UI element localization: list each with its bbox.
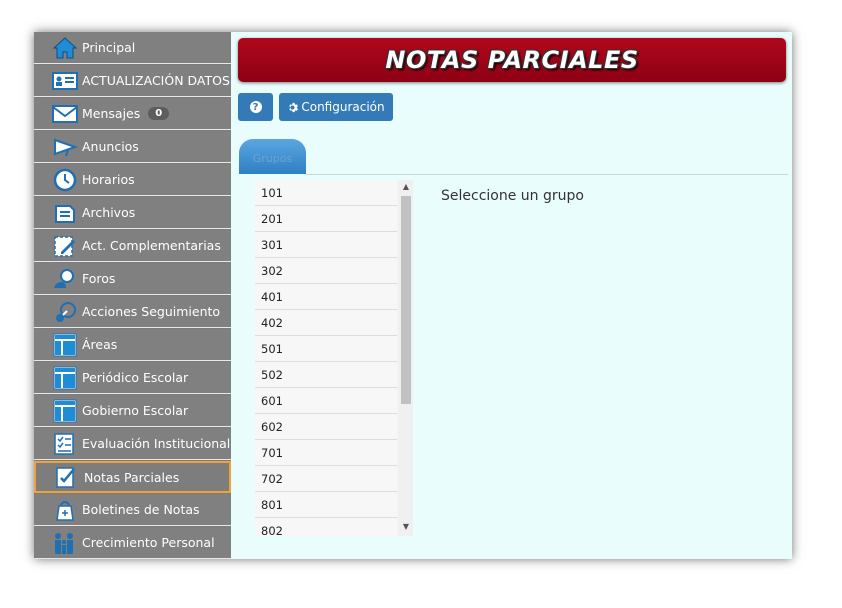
sidebar-item-label: Anuncios	[82, 139, 139, 154]
envelope-icon	[51, 100, 79, 128]
sidebar-item-label: Acciones Seguimiento	[82, 304, 221, 319]
sidebar-item-evaluacion-institucional[interactable]: Evaluación Institucional	[34, 428, 231, 460]
page-title: NOTAS PARCIALES	[385, 46, 639, 74]
sidebar-item-anuncios[interactable]: Anuncios	[34, 131, 231, 163]
megaphone-icon	[51, 133, 79, 161]
layout-icon	[51, 331, 79, 359]
home-icon	[51, 34, 79, 62]
group-list-item[interactable]: 302	[255, 258, 397, 284]
layout-icon	[51, 397, 79, 425]
select-group-prompt: Seleccione un grupo	[441, 188, 584, 204]
sidebar-item-label: Notas Parciales	[84, 469, 180, 485]
group-list-item[interactable]: 402	[255, 310, 397, 336]
sidebar-item-label: Archivos	[82, 205, 136, 220]
checklist-icon	[51, 430, 79, 458]
group-list-scrollbar[interactable]: ▲ ▼	[398, 180, 413, 536]
tracking-icon	[51, 298, 79, 326]
scroll-thumb[interactable]	[401, 196, 411, 404]
tab-divider	[306, 174, 788, 175]
configuration-label: Configuración	[301, 100, 385, 114]
clock-icon	[51, 166, 79, 194]
page-title-bar: NOTAS PARCIALES	[238, 38, 786, 82]
bag-icon	[51, 496, 79, 524]
group-list-item[interactable]: 601	[255, 388, 397, 414]
sidebar: Principal ACTUALIZACIÓN DATOS Mensajes 0 Anu…	[34, 32, 231, 559]
group-list-item[interactable]: 602	[255, 414, 397, 440]
group-list-item[interactable]: 501	[255, 336, 397, 362]
group-list-item[interactable]: 301	[255, 232, 397, 258]
sidebar-item-label: Act. Complementarias	[82, 238, 221, 253]
sidebar-item-label: Áreas	[82, 337, 118, 352]
forum-user-icon	[51, 265, 79, 293]
scroll-up-arrow-icon[interactable]: ▲	[401, 182, 411, 192]
sidebar-item-label: Periódico Escolar	[82, 370, 189, 385]
sidebar-item-foros[interactable]: Foros	[34, 263, 231, 295]
sidebar-item-areas[interactable]: Áreas	[34, 329, 231, 361]
sidebar-item-label: Foros	[82, 271, 116, 286]
sidebar-item-horarios[interactable]: Horarios	[34, 164, 231, 196]
group-list-item[interactable]: 502	[255, 362, 397, 388]
sidebar-item-label: Mensajes	[82, 106, 141, 121]
group-list-item[interactable]: 201	[255, 206, 397, 232]
sidebar-item-crecimiento-personal[interactable]: Crecimiento Personal	[34, 527, 231, 559]
gear-icon	[289, 102, 299, 112]
sidebar-item-label: Boletines de Notas	[82, 502, 200, 517]
group-list-item[interactable]: 801	[255, 492, 397, 518]
tab-grupos[interactable]: Grupos	[239, 139, 306, 174]
sidebar-item-label: ACTUALIZACIÓN DATOS	[82, 73, 230, 88]
scroll-down-arrow-icon[interactable]: ▼	[401, 522, 411, 532]
sidebar-item-label: Gobierno Escolar	[82, 403, 189, 418]
family-icon	[51, 529, 79, 557]
sidebar-item-label: Crecimiento Personal	[82, 535, 215, 550]
sidebar-item-periodico-escolar[interactable]: Periódico Escolar	[34, 362, 231, 394]
edit-note-icon	[51, 232, 79, 260]
sidebar-item-notas-parciales[interactable]: Notas Parciales	[34, 461, 231, 493]
group-list-item[interactable]: 702	[255, 466, 397, 492]
files-icon	[51, 199, 79, 227]
configuration-button[interactable]: Configuración	[279, 93, 393, 121]
group-list[interactable]: 802 801 702 701 602 601 502 501 402 401 302 301 201 1…	[255, 180, 413, 536]
id-card-icon	[51, 67, 79, 95]
question-circle-icon: ?	[249, 101, 262, 113]
tab-grupos-label: Grupos	[252, 152, 293, 165]
sidebar-item-label: Evaluación Institucional	[82, 436, 231, 451]
group-list-item[interactable]: 802	[255, 518, 397, 536]
sidebar-item-label: Principal	[82, 40, 136, 55]
group-list-item[interactable]: 701	[255, 440, 397, 466]
main-content: NOTAS PARCIALES ? Configuración Grupos 8…	[231, 32, 792, 559]
message-count-badge: 0	[148, 107, 170, 120]
sidebar-item-mensajes[interactable]: Mensajes 0	[34, 98, 231, 130]
sidebar-item-principal[interactable]: Principal	[34, 32, 231, 64]
sidebar-item-gobierno-escolar[interactable]: Gobierno Escolar	[34, 395, 231, 427]
grades-icon	[53, 463, 81, 491]
layout-icon	[51, 364, 79, 392]
app-window: Principal ACTUALIZACIÓN DATOS Mensajes 0 Anu…	[34, 32, 792, 559]
sidebar-item-act-complementarias[interactable]: Act. Complementarias	[34, 230, 231, 262]
sidebar-item-acciones-seguimiento[interactable]: Acciones Seguimiento	[34, 296, 231, 328]
group-list-item[interactable]: 401	[255, 284, 397, 310]
sidebar-item-archivos[interactable]: Archivos	[34, 197, 231, 229]
sidebar-item-boletines-de-notas[interactable]: Boletines de Notas	[34, 494, 231, 526]
help-button[interactable]: ?	[238, 93, 273, 121]
sidebar-item-actualizacion-datos[interactable]: ACTUALIZACIÓN DATOS	[34, 65, 231, 97]
sidebar-item-label: Horarios	[82, 172, 135, 187]
group-list-item[interactable]: 101	[255, 180, 397, 206]
